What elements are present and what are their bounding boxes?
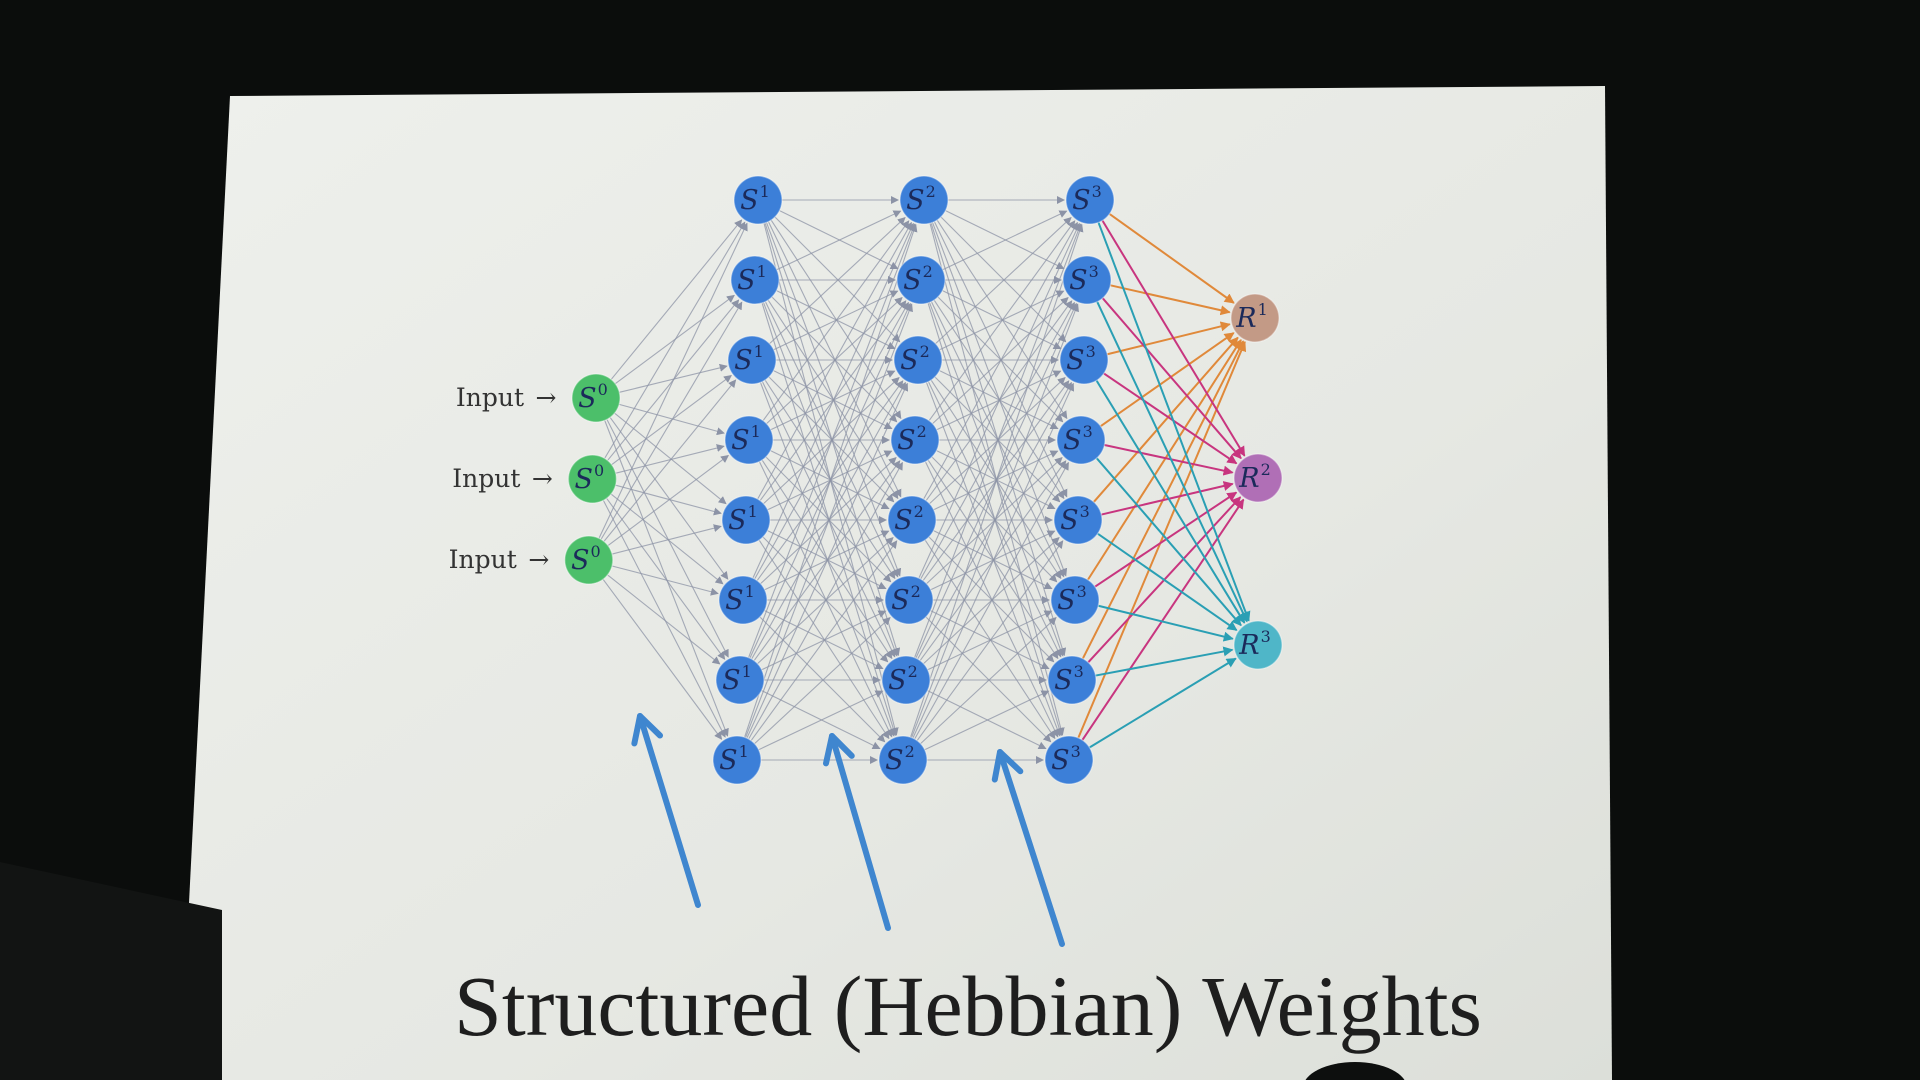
- node-s2: S2: [899, 175, 949, 225]
- input-label: Input: [449, 545, 517, 574]
- node-s1: S1: [715, 655, 765, 705]
- node-s0: S0: [567, 454, 618, 504]
- node-r2: R2: [1233, 453, 1283, 503]
- node-s3: S3: [1044, 735, 1094, 785]
- node-s0: S0: [564, 535, 614, 585]
- node-s3: S3: [1059, 335, 1109, 385]
- node-s2: S2: [878, 735, 928, 785]
- node-s1: S1: [733, 175, 783, 225]
- node-s3: S3: [1065, 175, 1115, 225]
- node-s1: S1: [724, 415, 774, 465]
- node-s3: S3: [1050, 575, 1100, 625]
- input-label: Input: [456, 383, 524, 412]
- input-arrow: →: [532, 464, 553, 493]
- node-s1: S1: [718, 575, 768, 625]
- diagram-canvas: Input → Input → Input → S0 S0 S0 S1 S1 S1 S1 S1 S1 S1 S…: [0, 86, 1612, 1080]
- input-arrow: →: [536, 383, 557, 412]
- slide-photo: Input → Input → Input → S0 S0 S0 S1 S1 S1 S1 S1 S1 S1 S…: [0, 0, 1920, 1080]
- node-s2: S2: [893, 335, 943, 385]
- node-s3: S3: [1053, 495, 1103, 545]
- node-s2: S2: [890, 415, 940, 465]
- node-s0: S0: [571, 373, 621, 423]
- node-s2: S2: [896, 255, 946, 305]
- node-r1: R1: [1230, 293, 1280, 343]
- node-s1: S1: [727, 335, 777, 385]
- node-s1: S1: [712, 735, 762, 785]
- input-arrow: →: [528, 545, 549, 574]
- node-s2: S2: [884, 575, 934, 625]
- input-labels: Input → Input → Input →: [449, 383, 557, 574]
- node-s3: S3: [1056, 415, 1106, 465]
- node-r3: R3: [1233, 620, 1283, 670]
- slide-caption: Structured (Hebbian) Weights: [454, 958, 1482, 1054]
- podium-silhouette: [0, 862, 222, 1080]
- node-s3: S3: [1062, 255, 1112, 305]
- input-label: Input: [452, 464, 520, 493]
- node-s2: S2: [881, 655, 931, 705]
- node-s1: S1: [721, 495, 771, 545]
- node-s2: S2: [887, 495, 937, 545]
- node-s1: S1: [730, 255, 780, 305]
- node-s3: S3: [1047, 655, 1097, 705]
